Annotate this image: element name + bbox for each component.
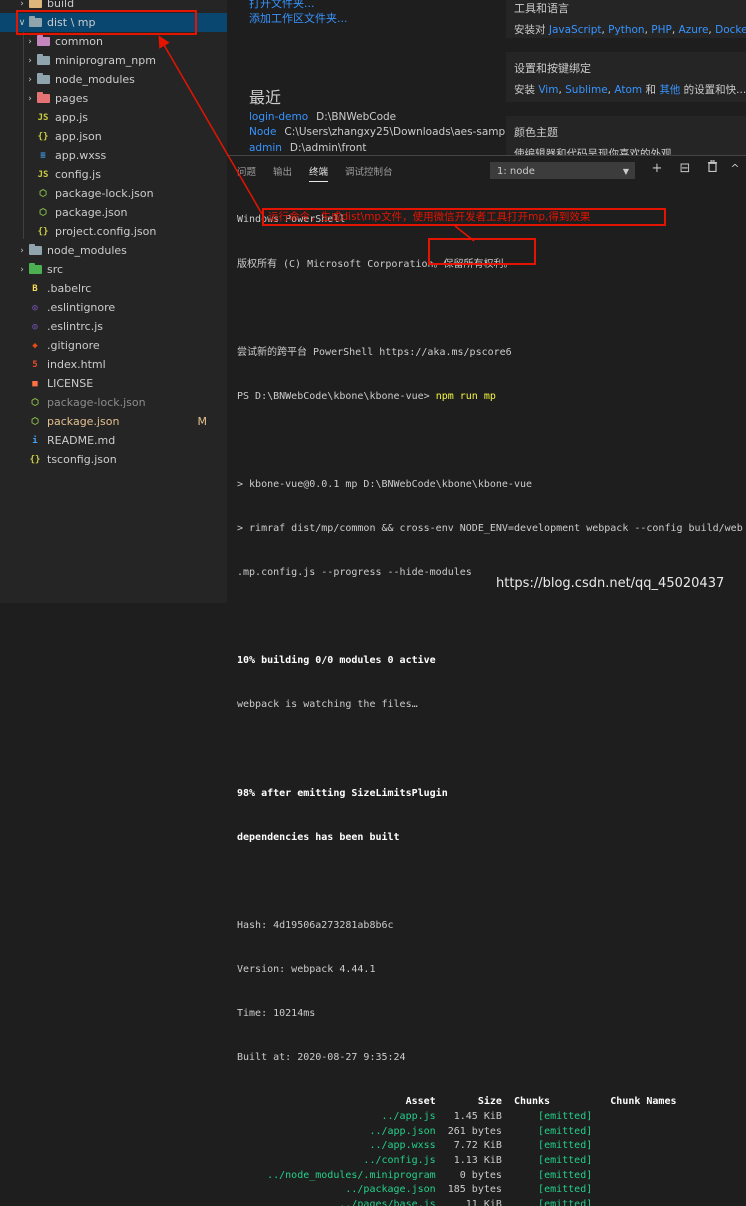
asset-size: 185 bytes xyxy=(435,1184,539,1196)
terminal-line: 10% building 0/0 modules 0 active xyxy=(237,655,436,667)
asset-size: 11 KiB xyxy=(435,1199,539,1206)
asset-size: 261 bytes xyxy=(435,1125,539,1137)
asset-status: [emitted] xyxy=(538,1184,593,1196)
asset-status: [emitted] xyxy=(538,1199,593,1206)
asset-table: Asset Size Chunks Chunk Names ../app.js … xyxy=(237,1095,746,1206)
asset-name: ../config.js xyxy=(237,1155,436,1167)
asset-size: 0 bytes xyxy=(435,1169,539,1181)
terminal-line: webpack is watching the files… xyxy=(237,699,418,711)
asset-table-row: ../app.json 261 bytes [emitted] xyxy=(237,1125,746,1140)
terminal-line: Hash: 4d19506a273281ab8b6c xyxy=(237,919,394,931)
annotation-arrows xyxy=(158,35,475,242)
arrow-to-dist-folder xyxy=(158,35,263,215)
asset-table-row: ../config.js 1.13 KiB [emitted] xyxy=(237,1154,746,1169)
asset-table-row: ../pages/base.js 11 KiB [emitted] xyxy=(237,1198,746,1206)
asset-name: ../package.json xyxy=(237,1184,436,1196)
asset-size: 1.45 KiB xyxy=(435,1110,539,1122)
asset-name: ../pages/base.js xyxy=(237,1199,436,1206)
terminal-line: Built at: 2020-08-27 9:35:24 xyxy=(237,1052,406,1064)
terminal-line: dependencies has been built xyxy=(237,831,400,843)
watermark: https://blog.csdn.net/qq_45020437 xyxy=(496,576,725,591)
asset-table-row: ../app.js 1.45 KiB [emitted] xyxy=(237,1110,746,1125)
asset-size: 7.72 KiB xyxy=(435,1140,539,1152)
asset-status: [emitted] xyxy=(538,1155,593,1167)
terminal-line: 98% after emitting SizeLimitsPlugin xyxy=(237,787,448,799)
terminal-line: Version: webpack 4.44.1 xyxy=(237,964,376,975)
terminal-line: Time: 10214ms xyxy=(237,1008,316,1020)
asset-name: ../app.wxss xyxy=(237,1140,436,1152)
asset-size: 1.13 KiB xyxy=(435,1155,539,1167)
asset-status: [emitted] xyxy=(538,1110,593,1122)
asset-status: [emitted] xyxy=(538,1169,593,1181)
asset-name: ../app.json xyxy=(237,1125,436,1137)
asset-status: [emitted] xyxy=(538,1140,593,1152)
asset-table-header: Asset Size Chunks Chunk Names xyxy=(237,1096,677,1108)
asset-table-row: ../node_modules/.miniprogram 0 bytes [em… xyxy=(237,1169,746,1184)
arrow-to-command xyxy=(454,225,475,242)
asset-status: [emitted] xyxy=(538,1125,593,1137)
asset-table-row: ../package.json 185 bytes [emitted] xyxy=(237,1183,746,1198)
asset-name: ../app.js xyxy=(237,1110,436,1122)
asset-name: ../node_modules/.miniprogram xyxy=(237,1169,436,1181)
asset-table-row: ../app.wxss 7.72 KiB [emitted] xyxy=(237,1139,746,1154)
